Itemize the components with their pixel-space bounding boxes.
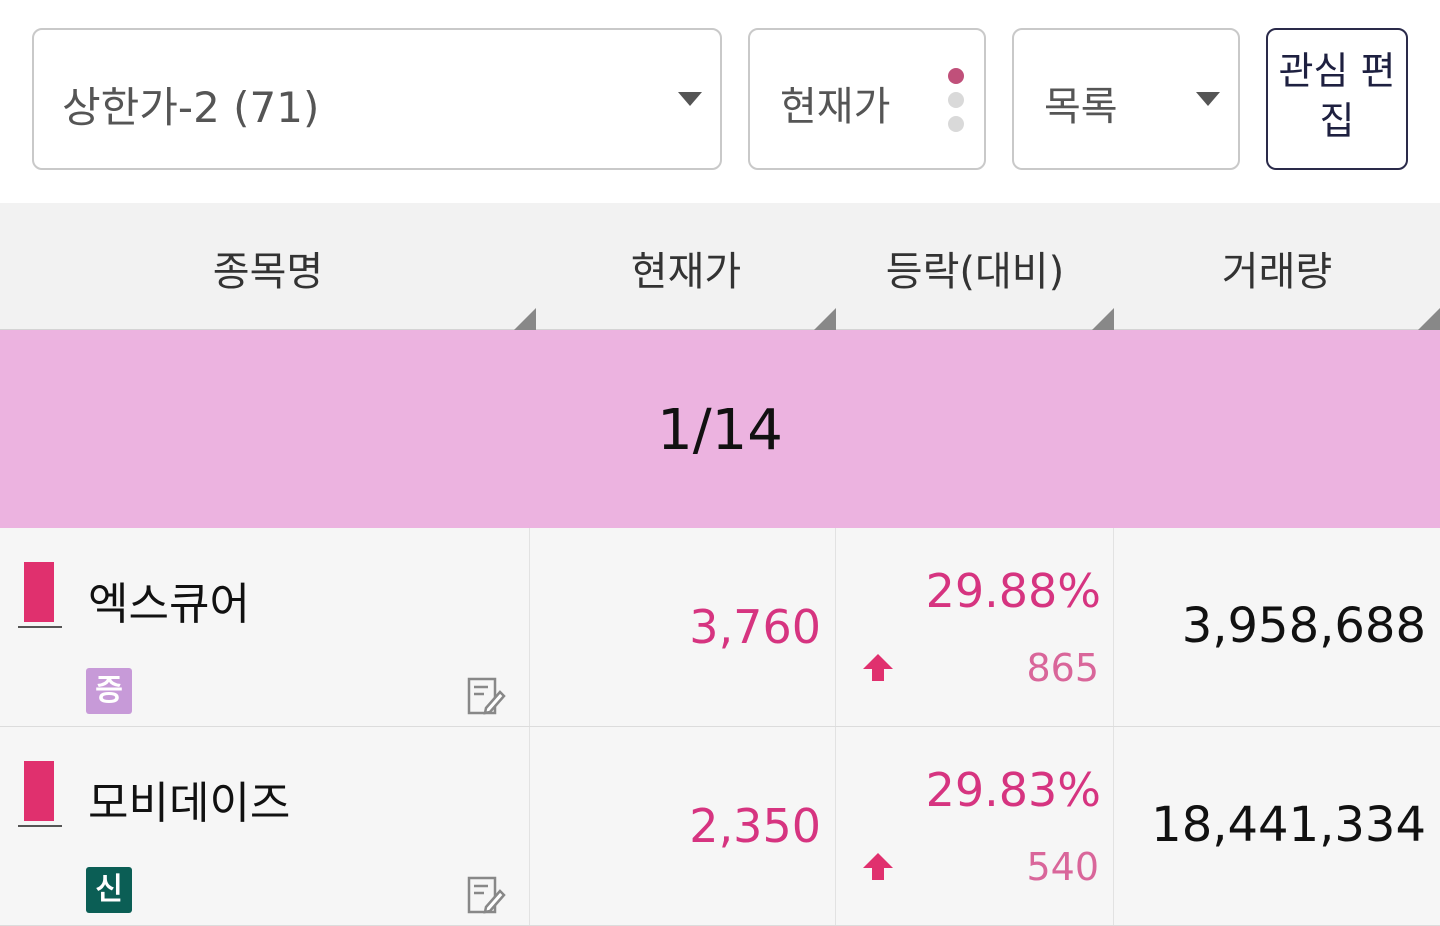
column-header-label: 거래량 — [1221, 249, 1333, 295]
change-rate: 29.88% — [925, 564, 1101, 618]
column-header-label: 현재가 — [630, 249, 742, 295]
price-display-toggle[interactable]: 현재가 — [748, 28, 986, 170]
trade-volume: 18,441,334 — [1151, 797, 1426, 853]
sort-corner-icon — [1418, 308, 1440, 330]
group-select[interactable]: 상한가-2 (71) — [32, 28, 722, 170]
table-header: 종목명 현재가 등락(대비) 거래량 — [0, 203, 1440, 330]
edit-watchlist-button[interactable]: 관심 편집 — [1266, 28, 1408, 170]
stock-name-cell[interactable]: 엑스큐어 증 — [0, 528, 530, 726]
memo-edit-icon[interactable] — [466, 676, 506, 716]
table-row[interactable]: 엑스큐어 증 3,760 29.88% 865 3,958,688 — [0, 528, 1440, 727]
view-mode-select[interactable]: 목록 — [1012, 28, 1240, 170]
change-amount: 865 — [1026, 646, 1099, 690]
stock-badge: 증 — [86, 668, 132, 714]
current-price: 2,350 — [689, 799, 821, 853]
stock-marker — [24, 562, 54, 622]
price-cell: 2,350 — [530, 727, 836, 925]
column-header-volume[interactable]: 거래량 — [1114, 203, 1440, 330]
change-cell: 29.83% 540 — [836, 727, 1114, 925]
up-arrow-icon — [863, 654, 893, 681]
volume-cell: 3,958,688 — [1114, 528, 1440, 726]
stock-name: 모비데이즈 — [88, 778, 291, 829]
column-header-label: 종목명 — [212, 249, 324, 295]
page-indicator: 1/14 — [657, 398, 783, 463]
page-dot — [948, 116, 964, 132]
view-mode-value: 목록 — [1044, 84, 1118, 130]
trade-volume: 3,958,688 — [1181, 598, 1426, 654]
table-row[interactable]: 모비데이즈 신 2,350 29.83% 540 18,441,334 — [0, 727, 1440, 926]
change-amount: 540 — [1026, 845, 1099, 889]
marker-underline — [18, 626, 62, 628]
up-arrow-icon — [863, 853, 893, 880]
memo-edit-icon[interactable] — [466, 875, 506, 915]
stock-marker — [24, 761, 54, 821]
stock-badge: 신 — [86, 867, 132, 913]
page-dot-active — [948, 68, 964, 84]
column-header-change[interactable]: 등락(대비) — [836, 203, 1114, 330]
column-header-label: 등락(대비) — [885, 249, 1065, 295]
chevron-down-icon — [678, 92, 702, 106]
volume-cell: 18,441,334 — [1114, 727, 1440, 925]
price-toggle-label: 현재가 — [780, 84, 891, 130]
page-dot — [948, 92, 964, 108]
chevron-down-icon — [1196, 92, 1220, 106]
current-price: 3,760 — [689, 600, 821, 654]
change-rate: 29.83% — [925, 763, 1101, 817]
change-cell: 29.88% 865 — [836, 528, 1114, 726]
column-header-price[interactable]: 현재가 — [536, 203, 836, 330]
stock-name: 엑스큐어 — [88, 579, 250, 630]
sort-corner-icon — [814, 308, 836, 330]
column-header-name[interactable]: 종목명 — [0, 203, 536, 330]
edit-watchlist-label: 관심 편집 — [1278, 49, 1396, 143]
sort-corner-icon — [1092, 308, 1114, 330]
group-select-value: 상한가-2 (71) — [62, 83, 320, 132]
page-indicator-banner: 1/14 — [0, 330, 1440, 528]
sort-corner-icon — [514, 308, 536, 330]
price-cell: 3,760 — [530, 528, 836, 726]
marker-underline — [18, 825, 62, 827]
stock-name-cell[interactable]: 모비데이즈 신 — [0, 727, 530, 925]
